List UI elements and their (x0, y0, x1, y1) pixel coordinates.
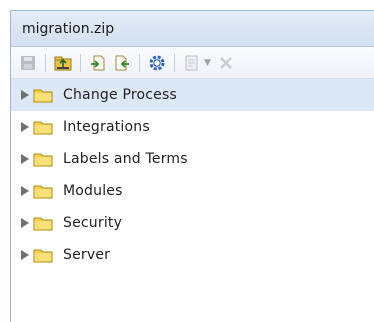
save-icon (21, 55, 35, 70)
file-panel: migration.zip ▼ Change Process Integrati… (10, 10, 374, 322)
tree-item-modules[interactable]: Modules (11, 175, 374, 207)
folder-tree: Change Process Integrations Labels and T… (11, 79, 374, 271)
tree-item-label: Labels and Terms (63, 151, 188, 167)
expand-arrow-icon[interactable] (20, 121, 30, 133)
panel-title-bar: migration.zip (11, 11, 374, 47)
save-button[interactable] (17, 52, 39, 74)
close-button[interactable] (215, 52, 237, 74)
tree-item-security[interactable]: Security (11, 207, 374, 239)
tree-item-label: Modules (63, 183, 123, 199)
document-menu-icon (185, 55, 198, 70)
tree-item-server[interactable]: Server (11, 239, 374, 271)
expand-arrow-icon[interactable] (20, 185, 30, 197)
export-folder-button[interactable] (52, 52, 74, 74)
tree-item-label: Server (63, 247, 111, 263)
folder-icon (33, 87, 55, 103)
expand-arrow-icon[interactable] (20, 249, 30, 261)
toolbar-separator (80, 53, 81, 72)
tree-item-change-process[interactable]: Change Process (11, 79, 374, 111)
folder-icon (33, 119, 55, 135)
toolbar: ▼ (11, 47, 374, 79)
settings-gear-icon (149, 55, 165, 70)
expand-arrow-icon[interactable] (20, 153, 30, 165)
expand-arrow-icon[interactable] (20, 89, 30, 101)
close-icon (220, 56, 232, 69)
expand-arrow-icon[interactable] (20, 217, 30, 229)
page-import-icon (91, 55, 105, 70)
folder-icon (33, 215, 55, 231)
tree-item-label: Integrations (63, 119, 150, 135)
toolbar-separator (139, 53, 140, 72)
toolbar-separator (174, 53, 175, 72)
folder-icon (33, 183, 55, 199)
folder-icon (33, 247, 55, 263)
chevron-down-icon[interactable]: ▼ (204, 58, 211, 68)
folder-icon (33, 151, 55, 167)
document-menu-button[interactable] (181, 52, 203, 74)
settings-button[interactable] (146, 52, 168, 74)
tree-item-label: Security (63, 215, 123, 231)
import-button[interactable] (87, 52, 109, 74)
folder-export-icon (54, 56, 72, 70)
tree-item-labels-and-terms[interactable]: Labels and Terms (11, 143, 374, 175)
page-export-icon (115, 55, 129, 70)
tree-item-integrations[interactable]: Integrations (11, 111, 374, 143)
export-button[interactable] (111, 52, 133, 74)
panel-title: migration.zip (22, 20, 115, 37)
tree-item-label: Change Process (63, 87, 177, 103)
toolbar-separator (45, 53, 46, 72)
